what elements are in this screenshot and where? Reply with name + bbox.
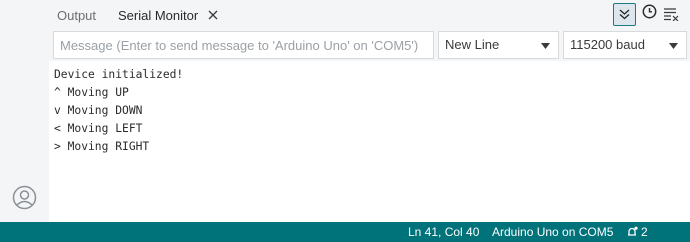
output-line: > Moving RIGHT [54,140,150,153]
autoscroll-toggle-button[interactable] [613,3,636,26]
activity-sidebar [0,0,49,222]
baud-rate-select[interactable]: 115200 baud [563,31,687,59]
line-ending-value: New Line [445,37,500,52]
cursor-position[interactable]: Ln 41, Col 40 [408,222,479,242]
close-icon[interactable] [206,8,220,22]
account-icon[interactable] [12,185,37,210]
clear-output-icon[interactable] [663,7,679,21]
board-status[interactable]: Arduino Uno on COM5 [492,222,613,242]
clock-icon[interactable] [642,4,657,19]
output-line: v Moving DOWN [54,104,143,117]
panel-tab-bar: Output Serial Monitor [49,0,690,31]
serial-toolbar: New Line 115200 baud [49,31,690,61]
notification-count: 2 [641,225,648,239]
caret-down-icon [669,43,678,49]
tab-output[interactable]: Output [57,0,96,31]
caret-down-icon [541,43,550,49]
status-bar: Ln 41, Col 40 Arduino Uno on COM5 2 [0,222,690,242]
output-line: ^ Moving UP [54,86,129,99]
double-chevron-down-icon [619,9,630,20]
serial-output: Device initialized! ^ Moving UP v Moving… [54,66,654,156]
notification-bell-icon [628,226,638,236]
baud-rate-value: 115200 baud [570,37,645,52]
tab-serial-monitor[interactable]: Serial Monitor [118,0,198,31]
output-line: < Moving LEFT [54,122,143,135]
output-line: Device initialized! [54,68,184,81]
serial-monitor-panel: Output Serial Monitor New Line 115200 ba… [49,0,690,222]
message-input[interactable] [53,31,434,59]
line-ending-select[interactable]: New Line [438,31,559,59]
